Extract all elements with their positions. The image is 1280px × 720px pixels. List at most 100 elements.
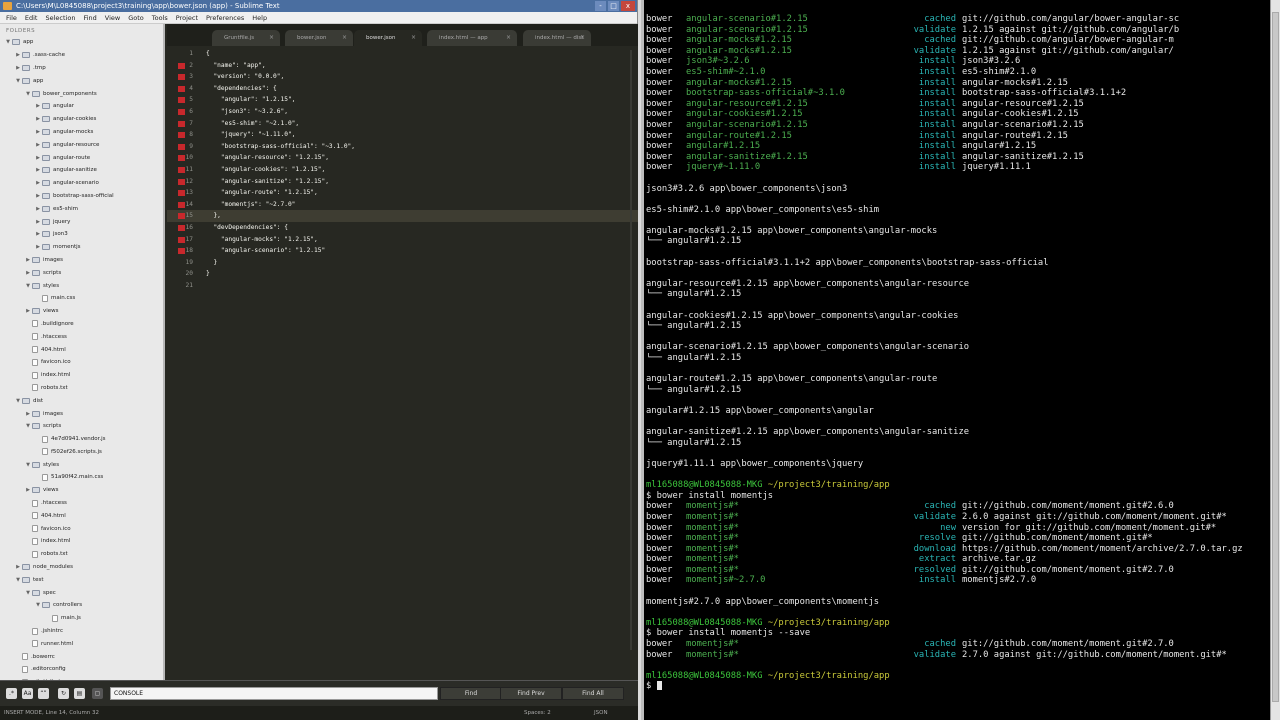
tree-folder[interactable]: ▶ views: [0, 305, 163, 318]
find-button[interactable]: Find: [440, 687, 502, 700]
menu-item[interactable]: Help: [248, 12, 271, 23]
wrap-toggle-icon[interactable]: ↻: [58, 688, 69, 699]
menu-item[interactable]: Goto: [124, 12, 148, 23]
chevron-right-icon[interactable]: ▶: [34, 231, 42, 237]
tree-folder[interactable]: ▶ momentjs: [0, 241, 163, 254]
chevron-right-icon[interactable]: ▶: [24, 270, 32, 276]
tab-2[interactable]: bower.json ×: [354, 30, 422, 46]
minimize-button[interactable]: -: [595, 1, 606, 11]
tree-file[interactable]: runner.html: [0, 637, 163, 650]
tree-file[interactable]: 51a90f42.main.css: [0, 471, 163, 484]
tree-folder[interactable]: ▶ angular-cookies: [0, 113, 163, 126]
menu-item[interactable]: Find: [79, 12, 100, 23]
tree-file[interactable]: robots.txt: [0, 548, 163, 561]
chevron-down-icon[interactable]: ▼: [24, 91, 32, 97]
regex-toggle-icon[interactable]: .*: [6, 688, 17, 699]
find-prev-button[interactable]: Find Prev: [500, 687, 562, 700]
tree-folder[interactable]: ▼ styles: [0, 279, 163, 292]
close-tab-icon[interactable]: ×: [269, 30, 274, 46]
close-tab-icon[interactable]: ×: [411, 30, 416, 46]
whole-word-toggle-icon[interactable]: “”: [38, 688, 49, 699]
chevron-down-icon[interactable]: ▼: [14, 78, 22, 84]
close-tab-icon[interactable]: ×: [506, 30, 511, 46]
terminal-window[interactable]: bower angular-scenario#1.2.15 cached git://…: [641, 0, 1280, 720]
close-window-button[interactable]: x: [621, 1, 635, 11]
chevron-right-icon[interactable]: ▶: [34, 142, 42, 148]
tree-folder[interactable]: ▼ styles: [0, 458, 163, 471]
menu-item[interactable]: Preferences: [202, 12, 248, 23]
close-tab-icon[interactable]: ×: [580, 30, 585, 46]
chevron-right-icon[interactable]: ▶: [34, 103, 42, 109]
tree-folder[interactable]: ▶ angular: [0, 100, 163, 113]
tree-folder[interactable]: ▼ app: [0, 36, 163, 49]
chevron-right-icon[interactable]: ▶: [34, 244, 42, 250]
tab-4[interactable]: index.html — dist ×: [523, 30, 591, 46]
highlight-toggle-icon[interactable]: ▢: [92, 688, 103, 699]
editor-scrollbar[interactable]: [630, 50, 632, 650]
tree-folder[interactable]: ▶ scripts: [0, 266, 163, 279]
tree-folder[interactable]: ▶ angular-scenario: [0, 177, 163, 190]
chevron-right-icon[interactable]: ▶: [24, 257, 32, 263]
chevron-right-icon[interactable]: ▶: [34, 155, 42, 161]
tree-folder[interactable]: ▶ views: [0, 484, 163, 497]
tree-file[interactable]: .editorconfig: [0, 663, 163, 676]
terminal-scrollbar-thumb[interactable]: [1272, 12, 1279, 702]
tree-folder[interactable]: ▶ images: [0, 254, 163, 267]
tab-3[interactable]: index.html — app ×: [427, 30, 517, 46]
tree-folder[interactable]: ▶ angular-sanitize: [0, 164, 163, 177]
chevron-right-icon[interactable]: ▶: [34, 219, 42, 225]
menu-item[interactable]: Tools: [148, 12, 172, 23]
tree-folder[interactable]: ▶ angular-mocks: [0, 126, 163, 139]
chevron-down-icon[interactable]: ▼: [24, 423, 32, 429]
tree-file[interactable]: .jshintrc: [0, 625, 163, 638]
chevron-down-icon[interactable]: ▼: [24, 590, 32, 596]
tree-file[interactable]: main.css: [0, 292, 163, 305]
chevron-down-icon[interactable]: ▼: [4, 39, 12, 45]
tree-folder[interactable]: ▼ dist: [0, 394, 163, 407]
chevron-right-icon[interactable]: ▶: [24, 411, 32, 417]
tree-folder[interactable]: ▶ node_modules: [0, 561, 163, 574]
tree-folder[interactable]: ▼ app: [0, 74, 163, 87]
chevron-right-icon[interactable]: ▶: [34, 167, 42, 173]
menu-item[interactable]: Selection: [41, 12, 79, 23]
tree-folder[interactable]: ▶ .sass-cache: [0, 49, 163, 62]
find-input[interactable]: [110, 687, 438, 700]
tree-file[interactable]: index.html: [0, 369, 163, 382]
tree-file[interactable]: 404.html: [0, 343, 163, 356]
menu-item[interactable]: View: [101, 12, 124, 23]
chevron-right-icon[interactable]: ▶: [34, 180, 42, 186]
chevron-right-icon[interactable]: ▶: [34, 193, 42, 199]
tree-file[interactable]: f502ef26.scripts.js: [0, 446, 163, 459]
tree-folder[interactable]: ▶ angular-resource: [0, 138, 163, 151]
chevron-down-icon[interactable]: ▼: [14, 398, 22, 404]
tree-file[interactable]: main.js: [0, 612, 163, 625]
tree-folder[interactable]: ▶ es5-shim: [0, 202, 163, 215]
terminal-scrollbar[interactable]: [1270, 0, 1280, 720]
find-all-button[interactable]: Find All: [562, 687, 624, 700]
tree-file[interactable]: index.html: [0, 535, 163, 548]
chevron-down-icon[interactable]: ▼: [14, 577, 22, 583]
chevron-down-icon[interactable]: ▼: [24, 462, 32, 468]
tab-1[interactable]: bower.json ×: [285, 30, 353, 46]
tree-folder[interactable]: ▼ spec: [0, 586, 163, 599]
status-indentation[interactable]: Spaces: 2: [524, 706, 551, 720]
chevron-right-icon[interactable]: ▶: [24, 487, 32, 493]
tree-folder[interactable]: ▼ test: [0, 573, 163, 586]
chevron-right-icon[interactable]: ▶: [24, 308, 32, 314]
tree-folder[interactable]: ▶ angular-route: [0, 151, 163, 164]
chevron-right-icon[interactable]: ▶: [14, 564, 22, 570]
tree-folder[interactable]: ▼ bower_components: [0, 87, 163, 100]
chevron-right-icon[interactable]: ▶: [14, 65, 22, 71]
maximize-button[interactable]: □: [608, 1, 619, 11]
chevron-right-icon[interactable]: ▶: [14, 52, 22, 58]
chevron-down-icon[interactable]: ▼: [34, 602, 42, 608]
in-selection-toggle-icon[interactable]: ▤: [74, 688, 85, 699]
chevron-right-icon[interactable]: ▶: [34, 206, 42, 212]
menu-item[interactable]: File: [2, 12, 21, 23]
tree-folder[interactable]: ▶ images: [0, 407, 163, 420]
tree-file[interactable]: 404.html: [0, 509, 163, 522]
tree-folder[interactable]: ▶ bootstrap-sass-official: [0, 190, 163, 203]
code-view[interactable]: 1{2 "name": "app", 3 "version": "0.0.0", 4…: [167, 48, 638, 680]
tree-file[interactable]: favicon.ico: [0, 522, 163, 535]
chevron-right-icon[interactable]: ▶: [34, 129, 42, 135]
